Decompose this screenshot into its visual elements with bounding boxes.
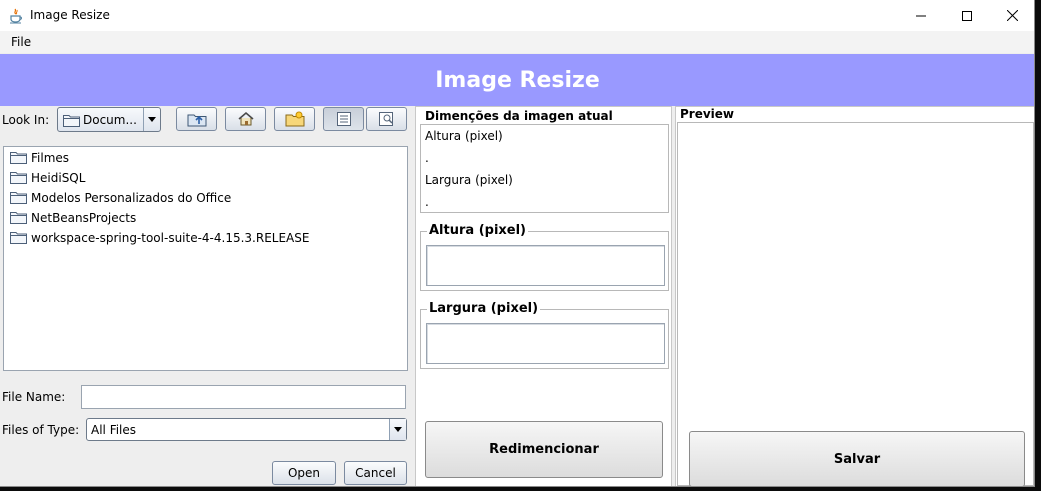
- current-dimensions-box: Altura (pixel) . Largura (pixel) .: [420, 124, 669, 213]
- maximize-icon: [962, 10, 972, 21]
- height-field-group: Altura (pixel): [420, 223, 669, 291]
- file-name-label: File Name:: [2, 390, 66, 404]
- list-item[interactable]: workspace-spring-tool-suite-4-4.15.3.REL…: [10, 229, 309, 247]
- files-of-type-value: All Files: [91, 423, 137, 437]
- maximize-button[interactable]: [944, 0, 990, 31]
- list-view-button[interactable]: [323, 107, 364, 131]
- file-name: Modelos Personalizados do Office: [31, 191, 232, 205]
- open-button[interactable]: Open: [272, 461, 336, 485]
- width-input[interactable]: [426, 323, 665, 364]
- width-legend: Largura (pixel): [427, 301, 541, 316]
- preview-area: Salvar: [677, 122, 1034, 486]
- window-title: Image Resize: [30, 8, 110, 22]
- chevron-down-icon: [143, 108, 160, 131]
- banner-title: Image Resize: [435, 67, 600, 93]
- new-folder-button[interactable]: [274, 107, 315, 131]
- details-view-icon: [378, 112, 393, 126]
- look-in-label: Look In:: [2, 113, 50, 127]
- resize-panel: Dimenções da imagen atual Altura (pixel)…: [415, 106, 672, 486]
- width-field-group: Largura (pixel): [420, 301, 669, 369]
- java-cup-icon: [9, 8, 23, 24]
- look-in-value: Docum...: [83, 113, 137, 127]
- new-folder-icon: [285, 111, 304, 127]
- file-name: HeidiSQL: [31, 171, 86, 185]
- resize-button[interactable]: Redimencionar: [425, 421, 663, 478]
- list-item[interactable]: NetBeansProjects: [10, 209, 136, 227]
- save-button[interactable]: Salvar: [689, 431, 1025, 486]
- title-bar: Image Resize: [0, 0, 1034, 31]
- folder-icon: [10, 170, 27, 187]
- file-name: NetBeansProjects: [31, 211, 137, 225]
- minimize-icon: [916, 15, 926, 16]
- list-view-icon: [336, 112, 351, 126]
- file-list[interactable]: Filmes HeidiSQL Modelos Personalizados d…: [3, 146, 408, 371]
- current-height-value: .: [425, 151, 429, 165]
- file-chooser: Look In: Docum... Filmes HeidiSQL Modelo…: [0, 106, 412, 486]
- file-name: Filmes: [31, 151, 70, 165]
- menu-file[interactable]: File: [11, 35, 31, 49]
- close-button[interactable]: [989, 0, 1034, 31]
- files-of-type-label: Files of Type:: [2, 423, 80, 437]
- chevron-down-icon: [389, 419, 406, 440]
- folder-icon: [10, 150, 27, 167]
- up-folder-icon: [187, 114, 206, 127]
- list-item[interactable]: HeidiSQL: [10, 169, 85, 187]
- header-banner: Image Resize: [0, 54, 1034, 106]
- folder-icon: [63, 113, 80, 130]
- look-in-combo[interactable]: Docum...: [57, 107, 161, 132]
- folder-icon: [10, 210, 27, 227]
- current-width-value: .: [425, 195, 429, 209]
- home-icon: [237, 111, 254, 126]
- current-dimensions-title: Dimenções da imagen atual: [425, 109, 613, 123]
- home-button[interactable]: [225, 107, 266, 131]
- minimize-button[interactable]: [898, 0, 944, 31]
- folder-icon: [10, 230, 27, 247]
- list-item[interactable]: Filmes: [10, 149, 69, 167]
- current-height-label: Altura (pixel): [425, 129, 503, 143]
- preview-title: Preview: [680, 107, 735, 121]
- app-window: Image Resize File Image Resize Look In: …: [0, 0, 1035, 487]
- up-folder-button[interactable]: [176, 107, 217, 131]
- menu-bar: File: [0, 31, 1034, 53]
- current-width-label: Largura (pixel): [425, 173, 513, 187]
- close-icon: [1006, 10, 1018, 21]
- height-input[interactable]: [426, 245, 665, 286]
- file-name: workspace-spring-tool-suite-4-4.15.3.REL…: [31, 231, 310, 245]
- files-of-type-combo[interactable]: All Files: [86, 418, 407, 441]
- preview-panel: Preview Salvar: [675, 106, 1034, 486]
- height-legend: Altura (pixel): [427, 223, 528, 238]
- folder-icon: [10, 190, 27, 207]
- list-item[interactable]: Modelos Personalizados do Office: [10, 189, 231, 207]
- details-view-button[interactable]: [366, 107, 407, 131]
- cancel-button[interactable]: Cancel: [344, 461, 407, 485]
- file-name-input[interactable]: [81, 385, 406, 409]
